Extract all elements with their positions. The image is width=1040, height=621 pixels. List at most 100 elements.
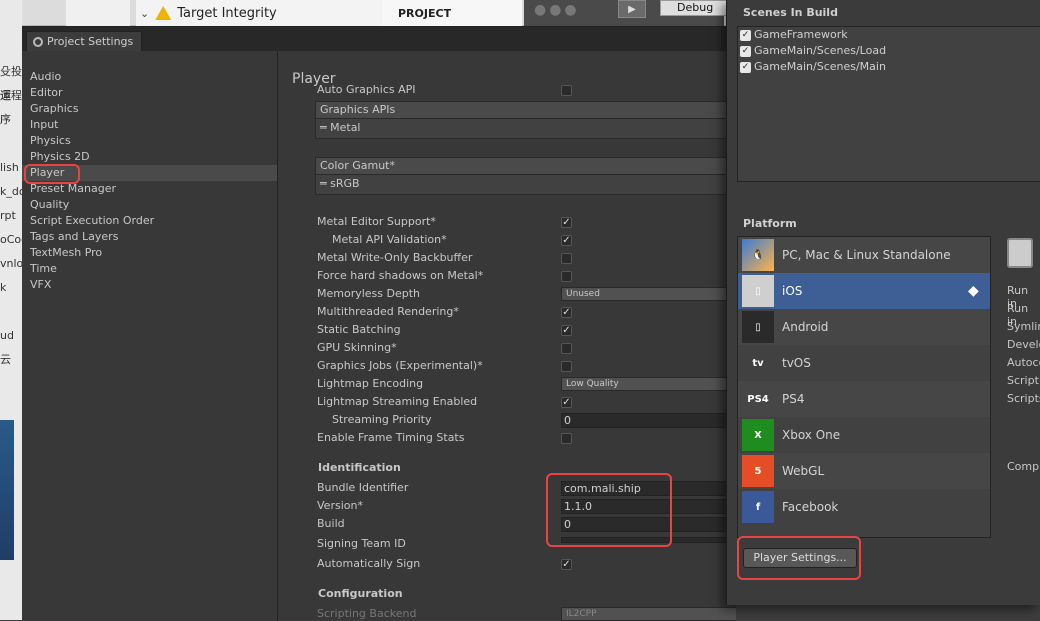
setting-checkbox[interactable]: ✓: [561, 397, 572, 408]
setting-checkbox[interactable]: ✓: [561, 325, 572, 336]
sidebar-item-vfx[interactable]: VFX: [22, 277, 277, 293]
setting-checkbox[interactable]: ✓: [561, 235, 572, 246]
ios-icon: ▯: [742, 275, 774, 307]
sidebar-item-editor[interactable]: Editor: [22, 85, 277, 101]
sidebar-item-script-execution-order[interactable]: Script Execution Order: [22, 213, 277, 229]
scene-checkbox[interactable]: ✓: [740, 29, 751, 41]
sidebar-item-tags-and-layers[interactable]: Tags and Layers: [22, 229, 277, 245]
ipad-icon: [1007, 238, 1033, 268]
sidebar-item-quality[interactable]: Quality: [22, 197, 277, 213]
sidebar-item-textmesh-pro[interactable]: TextMesh Pro: [22, 245, 277, 261]
sidebar-item-physics-2d[interactable]: Physics 2D: [22, 149, 277, 165]
platform-item-facebook[interactable]: f Facebook: [738, 489, 990, 525]
scene-checkbox[interactable]: ✓: [740, 45, 751, 57]
signing-team-label: Signing Team ID: [317, 537, 406, 550]
build-option-label: Script: [1007, 374, 1039, 387]
platform-item-android[interactable]: ▯ Android: [738, 309, 990, 345]
setting-checkbox[interactable]: [561, 433, 572, 444]
player-settings-highlight-box: [737, 536, 861, 580]
platform-name: PS4: [782, 392, 805, 406]
facebook-icon: f: [742, 491, 774, 523]
setting-dropdown[interactable]: Unused: [561, 287, 736, 301]
build-label: Build: [317, 517, 345, 530]
setting-label: Metal Write-Only Backbuffer: [317, 251, 473, 264]
tab-bar: Project Settings: [22, 27, 736, 51]
setting-label: Lightmap Streaming Enabled: [317, 395, 478, 408]
platform-item-xbox-one[interactable]: X Xbox One: [738, 417, 990, 453]
auto-graphics-api-checkbox[interactable]: [561, 85, 572, 96]
scene-name: GameMain/Scenes/Load: [754, 44, 887, 57]
scripting-backend-dropdown[interactable]: IL2CPP: [561, 607, 736, 621]
scenes-in-build-heading: Scenes In Build: [743, 6, 838, 19]
target-integrity-row[interactable]: ⌄ Target Integrity: [136, 0, 402, 26]
auto-graphics-api-label: Auto Graphics API: [317, 83, 416, 96]
chevron-down-icon: ⌄: [140, 6, 150, 20]
platform-item-tvos[interactable]: tv tvOS: [738, 345, 990, 381]
gear-icon: [33, 36, 43, 47]
scripting-backend-label: Scripting Backend: [317, 607, 417, 620]
build-option-label: Scripts: [1007, 392, 1040, 405]
bundle-identifier-label: Bundle Identifier: [317, 481, 409, 494]
auto-sign-label: Automatically Sign: [317, 557, 421, 570]
xbox-icon: X: [742, 419, 774, 451]
setting-label: Lightmap Encoding: [317, 377, 424, 390]
graphics-api-item[interactable]: ═ Metal: [315, 119, 735, 139]
play-button[interactable]: ▶: [618, 0, 646, 18]
build-settings-window: Scenes In Build ✓ GameFramework ✓ GameMain/…: [726, 0, 1040, 605]
scene-item[interactable]: ✓ GameMain/Scenes/Load: [738, 43, 1040, 59]
tvos-icon: tv: [752, 357, 764, 369]
platform-name: iOS: [782, 284, 803, 298]
platform-item-ios[interactable]: ▯ iOS ◆: [738, 273, 990, 309]
platform-item-webgl[interactable]: 5 WebGL: [738, 453, 990, 489]
sidebar-item-time[interactable]: Time: [22, 261, 277, 277]
platform-name: Android: [782, 320, 829, 334]
setting-checkbox[interactable]: [561, 271, 572, 282]
scene-item[interactable]: ✓ GameFramework: [738, 27, 1040, 43]
platform-item-ps4[interactable]: PS4 PS4: [738, 381, 990, 417]
setting-checkbox[interactable]: [561, 343, 572, 354]
auto-sign-checkbox[interactable]: ✓: [561, 559, 572, 570]
setting-label: Force hard shadows on Metal*: [317, 269, 484, 282]
background-toolbar-box: [66, 0, 130, 26]
drag-handle-icon: ═: [320, 121, 331, 134]
sidebar-item-physics[interactable]: Physics: [22, 133, 277, 149]
platform-list: 🐧 PC, Mac & Linux Standalone ▯ iOS ◆ ▯ Android…: [737, 236, 991, 538]
window-controls-icon: ●●●: [534, 2, 580, 18]
setting-label: Enable Frame Timing Stats: [317, 431, 465, 444]
webgl-icon: 5: [742, 455, 774, 487]
scene-checkbox[interactable]: ✓: [740, 61, 751, 73]
sidebar-item-graphics[interactable]: Graphics: [22, 101, 277, 117]
scenes-list: ✓ GameFramework ✓ GameMain/Scenes/Load ✓ Game…: [737, 26, 1040, 182]
setting-label: Metal API Validation*: [332, 233, 447, 246]
color-gamut-header: Color Gamut*: [315, 157, 735, 175]
settings-sidebar: Audio Editor Graphics Input Physics Physics 2…: [22, 51, 278, 621]
build-option-label: Develo: [1007, 338, 1040, 351]
sidebar-item-input[interactable]: Input: [22, 117, 277, 133]
scene-name: GameMain/Scenes/Main: [754, 60, 886, 73]
build-option-label: Autoco: [1007, 356, 1040, 369]
setting-label: Streaming Priority: [332, 413, 432, 426]
android-icon: ▯: [742, 311, 774, 343]
scene-item[interactable]: ✓ GameMain/Scenes/Main: [738, 59, 1040, 75]
project-tab[interactable]: PROJECT: [382, 0, 522, 26]
platform-item-pc-mac-linux-standalone[interactable]: 🐧 PC, Mac & Linux Standalone: [738, 237, 990, 273]
setting-checkbox[interactable]: [561, 253, 572, 264]
player-settings-panel: Player Auto Graphics API Graphics APIs ═…: [280, 51, 736, 621]
setting-dropdown[interactable]: Low Quality: [561, 377, 736, 391]
setting-checkbox[interactable]: ✓: [561, 217, 572, 228]
version-label: Version*: [317, 499, 363, 512]
setting-label: Metal Editor Support*: [317, 215, 436, 228]
pc-icon: 🐧: [742, 239, 774, 271]
drag-handle-icon: ═: [320, 177, 331, 190]
setting-checkbox[interactable]: [561, 361, 572, 372]
color-gamut-item[interactable]: ═ sRGB: [315, 175, 735, 195]
sidebar-item-audio[interactable]: Audio: [22, 69, 277, 85]
unity-toolbar: ●●● ▶ Debug: [524, 0, 730, 26]
project-settings-tab[interactable]: Project Settings: [26, 31, 142, 51]
build-option-label: Symlin: [1007, 320, 1040, 333]
debug-dropdown[interactable]: Debug: [660, 0, 730, 16]
setting-text-field[interactable]: 0: [561, 413, 736, 428]
identification-heading: Identification: [318, 461, 401, 474]
platform-name: tvOS: [782, 356, 811, 370]
setting-checkbox[interactable]: ✓: [561, 307, 572, 318]
